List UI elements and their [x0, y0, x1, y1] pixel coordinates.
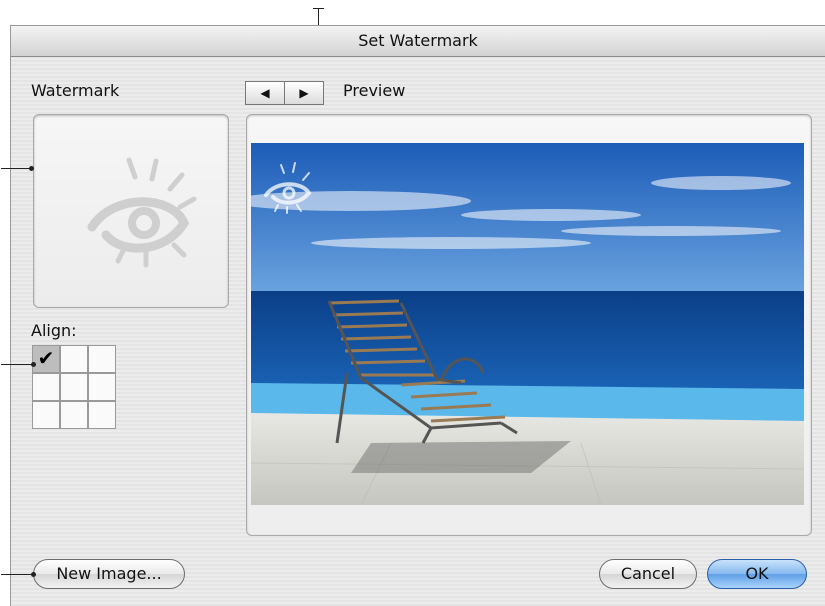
cancel-button[interactable]: Cancel	[599, 559, 697, 589]
align-cell-middle-center[interactable]	[60, 373, 88, 401]
watermark-image-well[interactable]	[33, 114, 229, 308]
callout-line-new-image	[1, 574, 33, 575]
ok-button[interactable]: OK	[707, 559, 807, 589]
preview-photo	[251, 143, 804, 505]
align-label: Align:	[31, 321, 77, 340]
callout-dot-new-image	[31, 572, 36, 577]
preview-panel	[246, 114, 812, 536]
eye-sun-watermark-icon	[87, 157, 197, 268]
align-cell-bottom-center[interactable]	[60, 401, 88, 429]
preview-label: Preview	[343, 81, 406, 100]
new-image-button[interactable]: New Image...	[33, 559, 185, 589]
align-grid: ✔	[32, 345, 117, 430]
align-cell-top-center[interactable]	[60, 345, 88, 373]
callout-dot-align	[31, 362, 36, 367]
align-cell-middle-right[interactable]	[88, 373, 116, 401]
watermark-label: Watermark	[31, 81, 120, 100]
set-watermark-dialog: Set Watermark Watermark Align: ✔ ◀ ▶ Pre…	[1, 25, 825, 606]
callout-dot-watermark	[29, 166, 34, 171]
callout-line-align	[1, 364, 33, 365]
align-cell-middle-left[interactable]	[32, 373, 60, 401]
next-button[interactable]: ▶	[284, 81, 324, 105]
callout-tick-nav	[313, 8, 324, 9]
align-cell-top-left[interactable]: ✔	[32, 345, 60, 373]
beach-chair-photo	[251, 143, 804, 505]
align-cell-bottom-left[interactable]	[32, 401, 60, 429]
callout-line-watermark	[1, 168, 31, 169]
align-cell-top-right[interactable]	[88, 345, 116, 373]
dialog-title: Set Watermark	[11, 26, 825, 57]
previous-button[interactable]: ◀	[245, 81, 285, 105]
align-cell-bottom-right[interactable]	[88, 401, 116, 429]
